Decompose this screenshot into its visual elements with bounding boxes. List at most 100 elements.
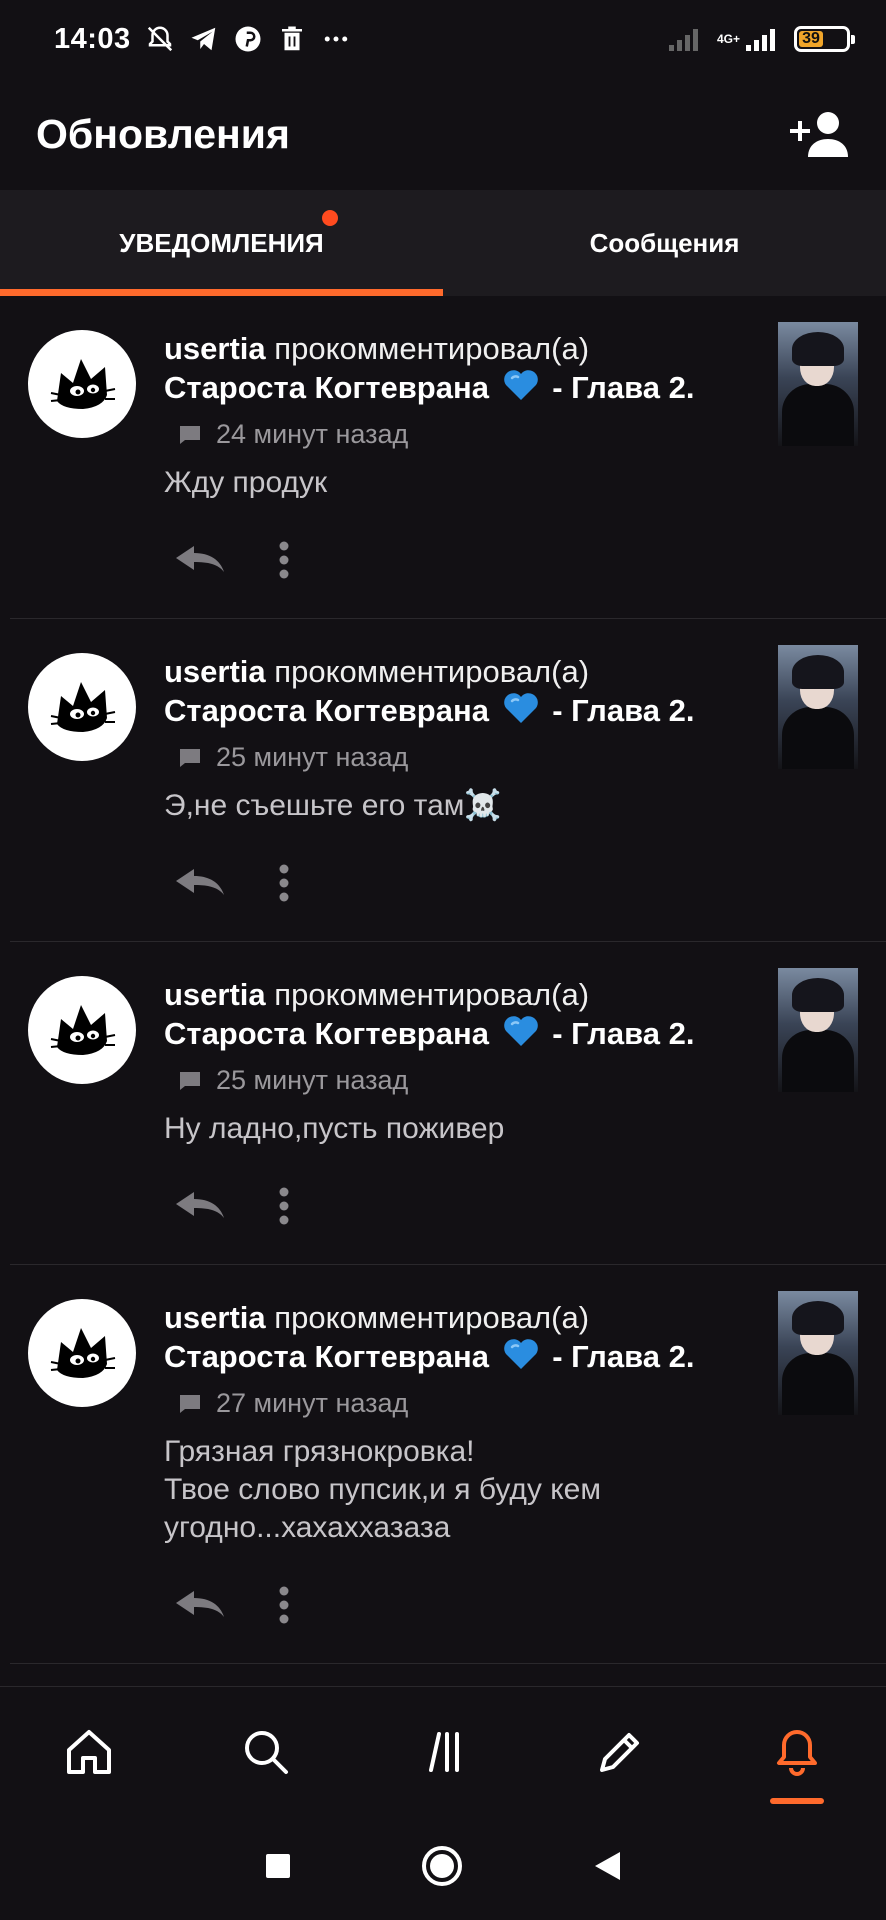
notification-item[interactable]: usertia прокомментировал(а) Староста Ког… [10,1265,886,1664]
back-button[interactable] [592,1850,622,1887]
timestamp: 25 минут назад [216,742,409,772]
notification-body: usertia прокомментировал(а) Староста Ког… [164,330,766,618]
bell-icon [777,1729,818,1776]
library-icon [429,1731,459,1772]
comment-text: Ну ладно,пусть поживер [164,1112,505,1145]
telegram-icon [191,27,215,51]
notification-item[interactable]: usertia прокомментировал(а) Староста Ког… [10,296,886,619]
pencil-icon [600,1732,640,1772]
reply-button[interactable] [170,1581,230,1629]
reply-button[interactable] [170,536,230,584]
active-tab-indicator [0,289,443,296]
user-avatar[interactable] [28,976,136,1084]
story-link[interactable]: Староста Когтеврана - Глава 2. [164,691,766,730]
black-cat-avatar-icon [50,359,116,409]
back-triangle-icon [595,1851,620,1880]
nav-notifications[interactable] [709,1687,886,1816]
notification-body: usertia прокомментировал(а) Староста Ког… [164,653,766,941]
comment-icon [180,1394,200,1413]
app-header: Обновления [0,78,886,190]
trash-icon [281,26,302,51]
nav-search[interactable] [177,1687,354,1816]
action-text: прокомментировал(а) [274,1300,590,1335]
notification-item[interactable]: usertia прокомментировал(а) Староста Ког… [10,619,886,942]
black-cat-avatar-icon [50,1328,116,1378]
screen: 14:03 4G+ 39 Обновления УВЕДОМЛЕНИЯ Сооб… [0,0,886,1920]
username[interactable]: usertia [164,977,266,1012]
username[interactable]: usertia [164,1300,266,1335]
story-link[interactable]: Староста Когтеврана - Глава 2. [164,1337,766,1376]
notification-headline: usertia прокомментировал(а) [164,1299,766,1337]
reply-arrow-icon [176,869,224,895]
username[interactable]: usertia [164,331,266,366]
more-vertical-icon [279,541,289,579]
reply-arrow-icon [176,546,224,572]
comment-text: Грязная грязнокровка! Твое слово пупсик,… [164,1435,601,1544]
system-navigation-bar [0,1816,886,1920]
add-person-icon [790,112,848,157]
reply-button[interactable] [170,1182,230,1230]
action-text: прокомментировал(а) [274,331,590,366]
notification-body: usertia прокомментировал(а) Староста Ког… [164,976,766,1264]
pinterest-icon [235,26,261,52]
story-link[interactable]: Староста Когтеврана - Глава 2. [164,368,766,407]
tab-notifications[interactable]: УВЕДОМЛЕНИЯ [0,190,443,296]
more-vertical-icon [279,1586,289,1624]
story-cover-thumbnail[interactable] [778,645,858,769]
notification-feed[interactable]: usertia прокомментировал(а) Староста Ког… [0,296,886,1686]
more-vertical-icon [279,864,289,902]
comment-icon [180,1071,200,1090]
story-title: Староста Когтеврана [164,1339,489,1374]
signal-weak-icon [668,29,698,51]
reply-button[interactable] [170,859,230,907]
user-avatar[interactable] [28,330,136,438]
nav-home[interactable] [0,1687,177,1816]
nav-write[interactable] [532,1687,709,1816]
4g-signal-icon: 4G+ [717,25,780,53]
user-avatar[interactable] [28,1299,136,1407]
reply-arrow-icon [176,1591,224,1617]
recents-button[interactable] [264,1852,292,1885]
username[interactable]: usertia [164,654,266,689]
story-cover-thumbnail[interactable] [778,1291,858,1415]
more-options-button[interactable] [264,859,304,907]
comment-icon [180,425,200,444]
tab-messages-label: Сообщения [589,227,740,258]
recents-square-icon [266,1853,290,1878]
notification-actions [170,825,766,941]
black-cat-avatar-icon [50,682,116,732]
status-time: 14:03 [54,22,131,55]
more-options-button[interactable] [264,1581,304,1629]
chapter-label: - Глава 2. [552,1016,695,1051]
chapter-label: - Глава 2. [552,693,695,728]
network-type: 4G+ [716,32,740,46]
notification-meta: 24 минут назад [178,419,766,450]
tab-messages[interactable]: Сообщения [443,190,886,296]
notification-body: usertia прокомментировал(а) Староста Ког… [164,1299,766,1663]
chapter-label: - Глава 2. [552,1339,695,1374]
story-cover-thumbnail[interactable] [778,968,858,1092]
system-home-button[interactable] [420,1844,464,1893]
user-avatar[interactable] [28,653,136,761]
story-cover-thumbnail[interactable] [778,322,858,446]
notification-meta: 27 минут назад [178,1388,766,1419]
status-bar: 14:03 4G+ 39 [0,0,886,78]
comment-icon [180,748,200,767]
reply-arrow-icon [176,1192,224,1218]
more-options-button[interactable] [264,536,304,584]
tab-bar: УВЕДОМЛЕНИЯ Сообщения [0,190,886,296]
search-icon [244,1730,288,1774]
more-options-button[interactable] [264,1182,304,1230]
notification-item[interactable]: usertia прокомментировал(а) Староста Ког… [10,942,886,1265]
notification-actions [170,502,766,618]
story-link[interactable]: Староста Когтеврана - Глава 2. [164,1014,766,1053]
page-title: Обновления [36,110,290,157]
add-friend-button[interactable] [788,107,850,161]
home-icon [66,1729,111,1774]
nav-library[interactable] [354,1687,531,1816]
story-title: Староста Когтеврана [164,693,489,728]
home-circle-icon [422,1845,462,1886]
comment-text: Жду продук [164,466,328,499]
timestamp: 27 минут назад [216,1388,409,1418]
blue-heart-icon [503,693,538,723]
